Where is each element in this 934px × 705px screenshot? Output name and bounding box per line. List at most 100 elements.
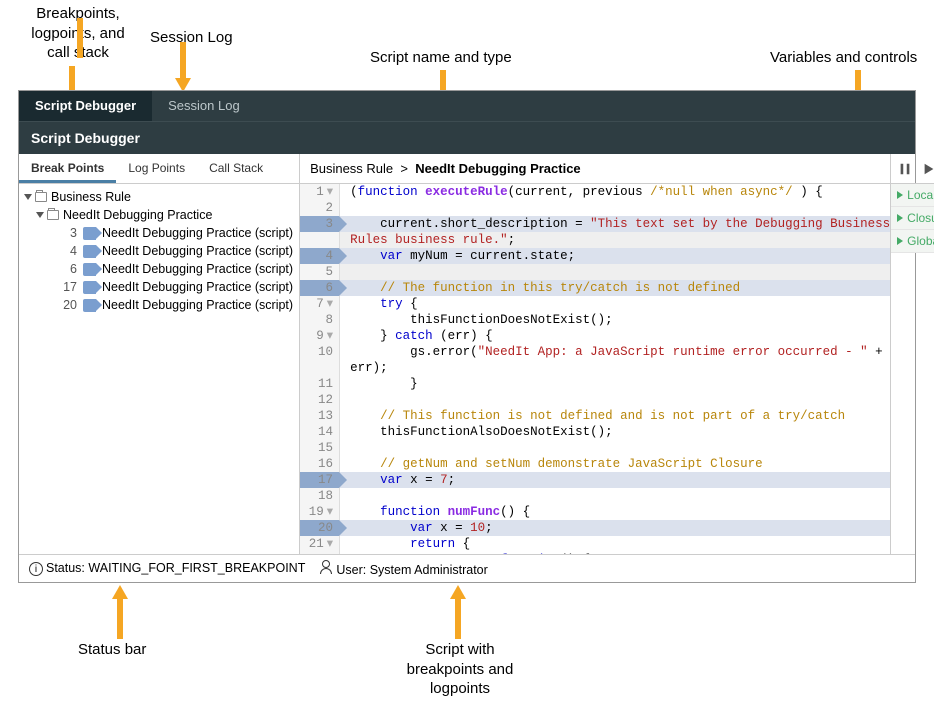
user-label: User:	[336, 563, 366, 577]
debugger-controls	[891, 154, 934, 184]
code-text: } catch (err) {	[340, 328, 493, 344]
breakpoint-item[interactable]: 4NeedIt Debugging Practice (script)	[19, 242, 299, 260]
code-line[interactable]: 13 // This function is not defined and i…	[300, 408, 890, 424]
code-line[interactable]: 2	[300, 200, 890, 216]
gutter[interactable]: 19▾	[300, 504, 340, 520]
gutter[interactable]	[300, 232, 340, 248]
breadcrumb-type: Business Rule	[310, 161, 393, 176]
gutter[interactable]: 16	[300, 456, 340, 472]
line-number: 3	[53, 226, 77, 240]
code-line[interactable]: 20 var x = 10;	[300, 520, 890, 536]
scope-label: Local	[907, 188, 934, 202]
gutter[interactable]: 12	[300, 392, 340, 408]
gutter[interactable]: 1▾	[300, 184, 340, 200]
code-line[interactable]: 15	[300, 440, 890, 456]
code-line[interactable]: 3 current.short_description = "This text…	[300, 216, 890, 232]
tree-script[interactable]: NeedIt Debugging Practice	[19, 206, 299, 224]
gutter[interactable]: 14	[300, 424, 340, 440]
tree-script-label: NeedIt Debugging Practice	[63, 208, 212, 222]
code-line[interactable]: 17 var x = 7;	[300, 472, 890, 488]
line-number: 17	[53, 280, 77, 294]
breadcrumb: Business Rule > NeedIt Debugging Practic…	[300, 154, 890, 184]
scope-closures[interactable]: Closures	[891, 207, 934, 230]
code-text	[340, 264, 350, 280]
gutter[interactable]: 2	[300, 200, 340, 216]
gutter[interactable]: 18	[300, 488, 340, 504]
gutter[interactable]: 8	[300, 312, 340, 328]
breadcrumb-name: NeedIt Debugging Practice	[415, 161, 580, 176]
code-text	[340, 200, 350, 216]
code-line[interactable]: 14 thisFunctionAlsoDoesNotExist();	[300, 424, 890, 440]
code-text: thisFunctionDoesNotExist();	[340, 312, 613, 328]
gutter[interactable]: 15	[300, 440, 340, 456]
tree-root-label: Business Rule	[51, 190, 131, 204]
code-text: // This function is not defined and is n…	[340, 408, 845, 424]
status-label: Status:	[46, 561, 85, 575]
code-line[interactable]: Rules business rule.";	[300, 232, 890, 248]
gutter[interactable]: 11	[300, 376, 340, 392]
code-line[interactable]: 16 // getNum and setNum demonstrate Java…	[300, 456, 890, 472]
breakpoint-item[interactable]: 20NeedIt Debugging Practice (script)	[19, 296, 299, 314]
breakpoint-icon	[83, 245, 96, 258]
gutter[interactable]: 20	[300, 520, 340, 536]
gutter[interactable]: 6	[300, 280, 340, 296]
code-line[interactable]: 7▾ try {	[300, 296, 890, 312]
code-line[interactable]: 9▾ } catch (err) {	[300, 328, 890, 344]
tab-logpoints[interactable]: Log Points	[116, 154, 197, 183]
gutter[interactable]: 3	[300, 216, 340, 232]
top-tabs: Script Debugger Session Log	[19, 91, 915, 121]
code-line[interactable]: 1▾(function executeRule(current, previou…	[300, 184, 890, 200]
code-text: gs.error("NeedIt App: a JavaScript runti…	[340, 344, 883, 360]
code-line[interactable]: 22▾ getNum: function() {	[300, 552, 890, 554]
gutter[interactable]: 13	[300, 408, 340, 424]
chevron-right-icon	[897, 237, 903, 245]
scope-list: Local Closures Global	[891, 184, 934, 253]
gutter[interactable]: 9▾	[300, 328, 340, 344]
code-line[interactable]: 8 thisFunctionDoesNotExist();	[300, 312, 890, 328]
arrow-up-icon	[450, 585, 466, 599]
code-line[interactable]: 11 }	[300, 376, 890, 392]
info-icon: i	[29, 562, 43, 576]
code-text: (function executeRule(current, previous …	[340, 184, 823, 200]
gutter[interactable]: 21▾	[300, 536, 340, 552]
play-button[interactable]	[921, 161, 934, 177]
code-line[interactable]: 10 gs.error("NeedIt App: a JavaScript ru…	[300, 344, 890, 360]
pause-button[interactable]	[897, 161, 913, 177]
tab-session-log[interactable]: Session Log	[152, 91, 256, 121]
annotation-sessionlog: Session Log	[150, 28, 233, 48]
code-line[interactable]: 4 var myNum = current.state;	[300, 248, 890, 264]
breakpoint-label: NeedIt Debugging Practice (script)	[102, 244, 293, 258]
gutter[interactable]: 7▾	[300, 296, 340, 312]
scope-local[interactable]: Local	[891, 184, 934, 207]
code-line[interactable]: 21▾ return {	[300, 536, 890, 552]
breakpoint-icon	[83, 227, 96, 240]
gutter[interactable]	[300, 360, 340, 376]
annotation-scriptbody: Script with breakpoints and logpoints	[400, 640, 520, 699]
code-line[interactable]: err);	[300, 360, 890, 376]
gutter[interactable]: 22▾	[300, 552, 340, 554]
breakpoint-icon	[83, 281, 96, 294]
left-tabs: Break Points Log Points Call Stack	[19, 154, 299, 184]
folder-icon	[47, 210, 59, 220]
breakpoint-icon	[83, 299, 96, 312]
chevron-down-icon	[24, 194, 32, 200]
tree-root[interactable]: Business Rule	[19, 188, 299, 206]
gutter[interactable]: 5	[300, 264, 340, 280]
code-line[interactable]: 18	[300, 488, 890, 504]
breakpoint-item[interactable]: 17NeedIt Debugging Practice (script)	[19, 278, 299, 296]
scope-global[interactable]: Global	[891, 230, 934, 253]
breakpoint-item[interactable]: 3NeedIt Debugging Practice (script)	[19, 224, 299, 242]
code-line[interactable]: 6 // The function in this try/catch is n…	[300, 280, 890, 296]
tab-script-debugger[interactable]: Script Debugger	[19, 91, 152, 121]
gutter[interactable]: 4	[300, 248, 340, 264]
code-editor[interactable]: 1▾(function executeRule(current, previou…	[300, 184, 890, 554]
tab-callstack[interactable]: Call Stack	[197, 154, 275, 183]
gutter[interactable]: 17	[300, 472, 340, 488]
code-line[interactable]: 19▾ function numFunc() {	[300, 504, 890, 520]
code-line[interactable]: 5	[300, 264, 890, 280]
gutter[interactable]: 10	[300, 344, 340, 360]
arrow-up-icon	[112, 585, 128, 599]
code-line[interactable]: 12	[300, 392, 890, 408]
breakpoint-item[interactable]: 6NeedIt Debugging Practice (script)	[19, 260, 299, 278]
tab-breakpoints[interactable]: Break Points	[19, 154, 116, 183]
